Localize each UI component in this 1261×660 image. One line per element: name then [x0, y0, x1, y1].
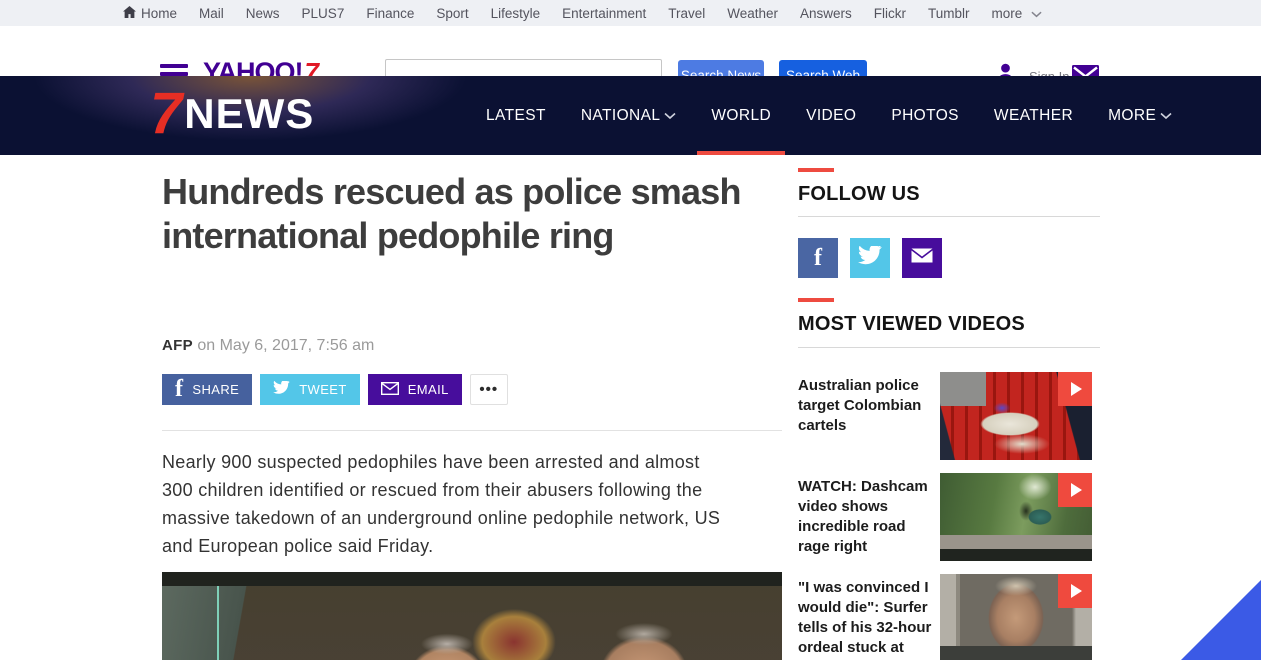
- email-share-button[interactable]: EMAIL: [368, 374, 462, 405]
- more-share-options-button[interactable]: •••: [470, 374, 508, 405]
- uni-link-mail[interactable]: Mail: [188, 6, 235, 21]
- article-video-frame[interactable]: [162, 572, 782, 660]
- nav-item-video[interactable]: VIDEO: [806, 76, 856, 155]
- twitter-icon: [273, 381, 290, 398]
- article-divider: [162, 430, 782, 431]
- uni-link-entertainment[interactable]: Entertainment: [551, 6, 657, 21]
- most-viewed-video-list: Australian police target Colombian carte…: [798, 372, 1100, 660]
- seven-news-logo[interactable]: 7 NEWS: [150, 88, 314, 140]
- uni-link-tumblr[interactable]: Tumblr: [917, 6, 981, 21]
- chevron-down-icon: [1160, 107, 1172, 125]
- video-thumbnail: [940, 473, 1092, 561]
- nav-item-weather[interactable]: WEATHER: [994, 76, 1073, 155]
- email-follow-button[interactable]: [902, 238, 942, 278]
- section-accent-bar: [798, 168, 834, 172]
- nav-item-photos[interactable]: PHOTOS: [891, 76, 959, 155]
- video-title: "I was convinced I would die": Surfer te…: [798, 574, 940, 660]
- video-list-item[interactable]: Australian police target Colombian carte…: [798, 372, 1100, 460]
- uni-link-answers[interactable]: Answers: [789, 6, 863, 21]
- article-headline: Hundreds rescued as police smash interna…: [162, 170, 747, 258]
- uni-link-news[interactable]: News: [235, 6, 291, 21]
- video-list-item[interactable]: "I was convinced I would die": Surfer te…: [798, 574, 1100, 660]
- nav-item-national[interactable]: NATIONAL: [581, 76, 677, 155]
- facebook-share-button[interactable]: f SHARE: [162, 374, 252, 405]
- uni-link-flickr[interactable]: Flickr: [863, 6, 917, 21]
- home-icon: [123, 6, 136, 21]
- share-row: f SHARE TWEET EMAIL •••: [162, 374, 508, 405]
- uni-link-weather[interactable]: Weather: [716, 6, 789, 21]
- section-accent-bar: [798, 298, 834, 302]
- play-icon: [1058, 473, 1092, 507]
- most-viewed-heading: MOST VIEWED VIDEOS: [798, 313, 1100, 336]
- site-nav: 7 NEWS LATEST NATIONAL WORLD VIDEO PHOTO…: [0, 76, 1261, 155]
- uni-link-sport[interactable]: Sport: [425, 6, 479, 21]
- facebook-icon: f: [814, 245, 822, 272]
- site-nav-links: LATEST NATIONAL WORLD VIDEO PHOTOS WEATH…: [486, 76, 1172, 155]
- facebook-icon: f: [175, 376, 183, 403]
- facebook-follow-button[interactable]: f: [798, 238, 838, 278]
- video-thumbnail: [940, 372, 1092, 460]
- video-thumbnail: [940, 574, 1092, 660]
- uni-link-more[interactable]: more: [981, 6, 1054, 21]
- uni-link-finance[interactable]: Finance: [355, 6, 425, 21]
- sidebar-divider: [798, 216, 1100, 217]
- video-list-item[interactable]: WATCH: Dashcam video shows incredible ro…: [798, 473, 1100, 561]
- chevron-down-icon: [1031, 6, 1042, 21]
- envelope-icon: [381, 382, 399, 398]
- envelope-icon: [910, 247, 934, 269]
- video-title: Australian police target Colombian carte…: [798, 372, 940, 436]
- nav-item-more[interactable]: MORE: [1108, 76, 1172, 155]
- uni-link-lifestyle[interactable]: Lifestyle: [480, 6, 552, 21]
- byline-author: AFP: [162, 337, 193, 354]
- tweet-button[interactable]: TWEET: [260, 374, 360, 405]
- article-lead-paragraph: Nearly 900 suspected pedophiles have bee…: [162, 448, 727, 560]
- twitter-icon: [858, 246, 882, 271]
- byline-date: on May 6, 2017, 7:56 am: [193, 337, 374, 354]
- video-frame-top-bar: [162, 572, 782, 586]
- nav-item-world[interactable]: WORLD: [711, 76, 771, 155]
- play-icon: [1058, 574, 1092, 608]
- twitter-follow-button[interactable]: [850, 238, 890, 278]
- uni-link-plus7[interactable]: PLUS7: [291, 6, 356, 21]
- feedback-ribbon[interactable]: Feedback: [1181, 580, 1261, 660]
- nav-item-latest[interactable]: LATEST: [486, 76, 546, 155]
- feedback-label: Feedback: [1205, 527, 1256, 578]
- article-byline: AFP on May 6, 2017, 7:56 am: [162, 337, 374, 355]
- chevron-down-icon: [664, 107, 676, 125]
- play-icon: [1058, 372, 1092, 406]
- uni-header: Home Mail News PLUS7 Finance Sport Lifes…: [0, 0, 1261, 26]
- yahoo-header: YAHOO! 7 NEWS Search News Search Web Sig…: [0, 26, 1261, 76]
- uni-link-travel[interactable]: Travel: [657, 6, 716, 21]
- follow-us-social-row: f: [798, 238, 942, 278]
- uni-link-home[interactable]: Home: [112, 6, 188, 21]
- video-title: WATCH: Dashcam video shows incredible ro…: [798, 473, 940, 557]
- sidebar-divider: [798, 347, 1100, 348]
- follow-us-heading: FOLLOW US: [798, 183, 1100, 206]
